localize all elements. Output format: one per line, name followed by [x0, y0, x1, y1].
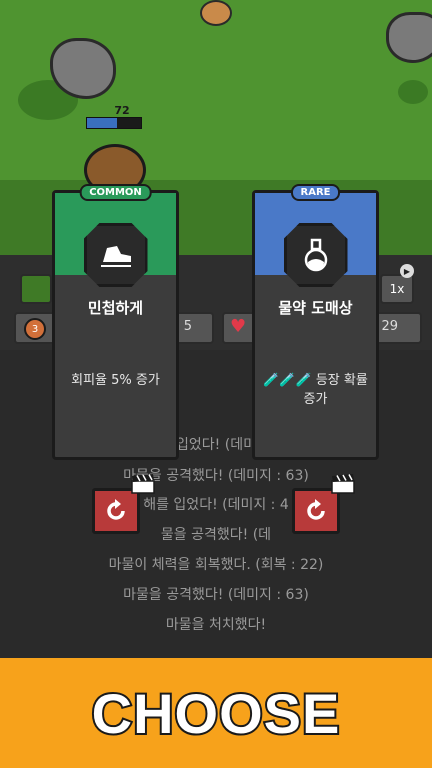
reroll-button[interactable]: [292, 488, 340, 534]
shoe-icon: [83, 223, 148, 287]
enemy-hp-bar: [86, 117, 142, 129]
bush: [398, 80, 428, 104]
right-stat-value: 29: [381, 319, 398, 334]
coin-level: 3: [31, 323, 39, 335]
upgrade-card-common[interactable]: COMMON 민첩하게 회피율 5% 증가: [52, 184, 179, 460]
card-title: 민첩하게: [87, 299, 144, 317]
enemy-hp-number: 72: [114, 104, 130, 117]
skill-slot: [20, 274, 52, 304]
card-description: 🧪🧪🧪 등장 확률 증가: [263, 373, 368, 407]
choose-banner: CHOOSE: [0, 658, 432, 768]
video-ad-icon: [331, 474, 355, 494]
reroll-icon: [307, 499, 325, 520]
reroll-icon: [107, 499, 125, 520]
rarity-label: RARE: [290, 184, 341, 201]
video-ad-icon: [131, 474, 155, 494]
log-line: 해를 입었다! (데미지 : 4: [143, 497, 289, 513]
card-title: 물약 도매상: [278, 299, 353, 317]
log-line: 마물을 처치했다!: [165, 617, 267, 633]
rock: [386, 12, 432, 63]
banner-text: CHOOSE: [90, 680, 342, 747]
log-line: 마물이 체력을 회복했다. (회복 : 22): [108, 557, 324, 573]
potion-icon: [283, 223, 348, 287]
play-icon[interactable]: ▶: [400, 264, 414, 278]
speed-label: 1x: [389, 282, 405, 296]
upgrade-card-rare[interactable]: RARE 물약 도매상 🧪🧪🧪 등장 확률 증가: [252, 184, 379, 460]
log-line: 마물을 공격했다! (데미지 : 63): [123, 468, 309, 484]
log-line: 마물을 공격했다! (데미지 : 63): [123, 587, 309, 603]
enemy-hp-fill: [87, 118, 117, 128]
speed-button[interactable]: 1x: [380, 274, 414, 304]
heart-icon: ♥: [230, 316, 247, 337]
pot: [200, 0, 232, 26]
card-description: 회피율 5% 증가: [71, 373, 160, 388]
left-stat-value: 5: [183, 319, 192, 334]
rarity-label: COMMON: [79, 184, 152, 201]
coin-icon: 3: [24, 318, 46, 340]
reroll-button[interactable]: [92, 488, 140, 534]
log-line: 물을 공격했다! (데: [160, 527, 272, 543]
